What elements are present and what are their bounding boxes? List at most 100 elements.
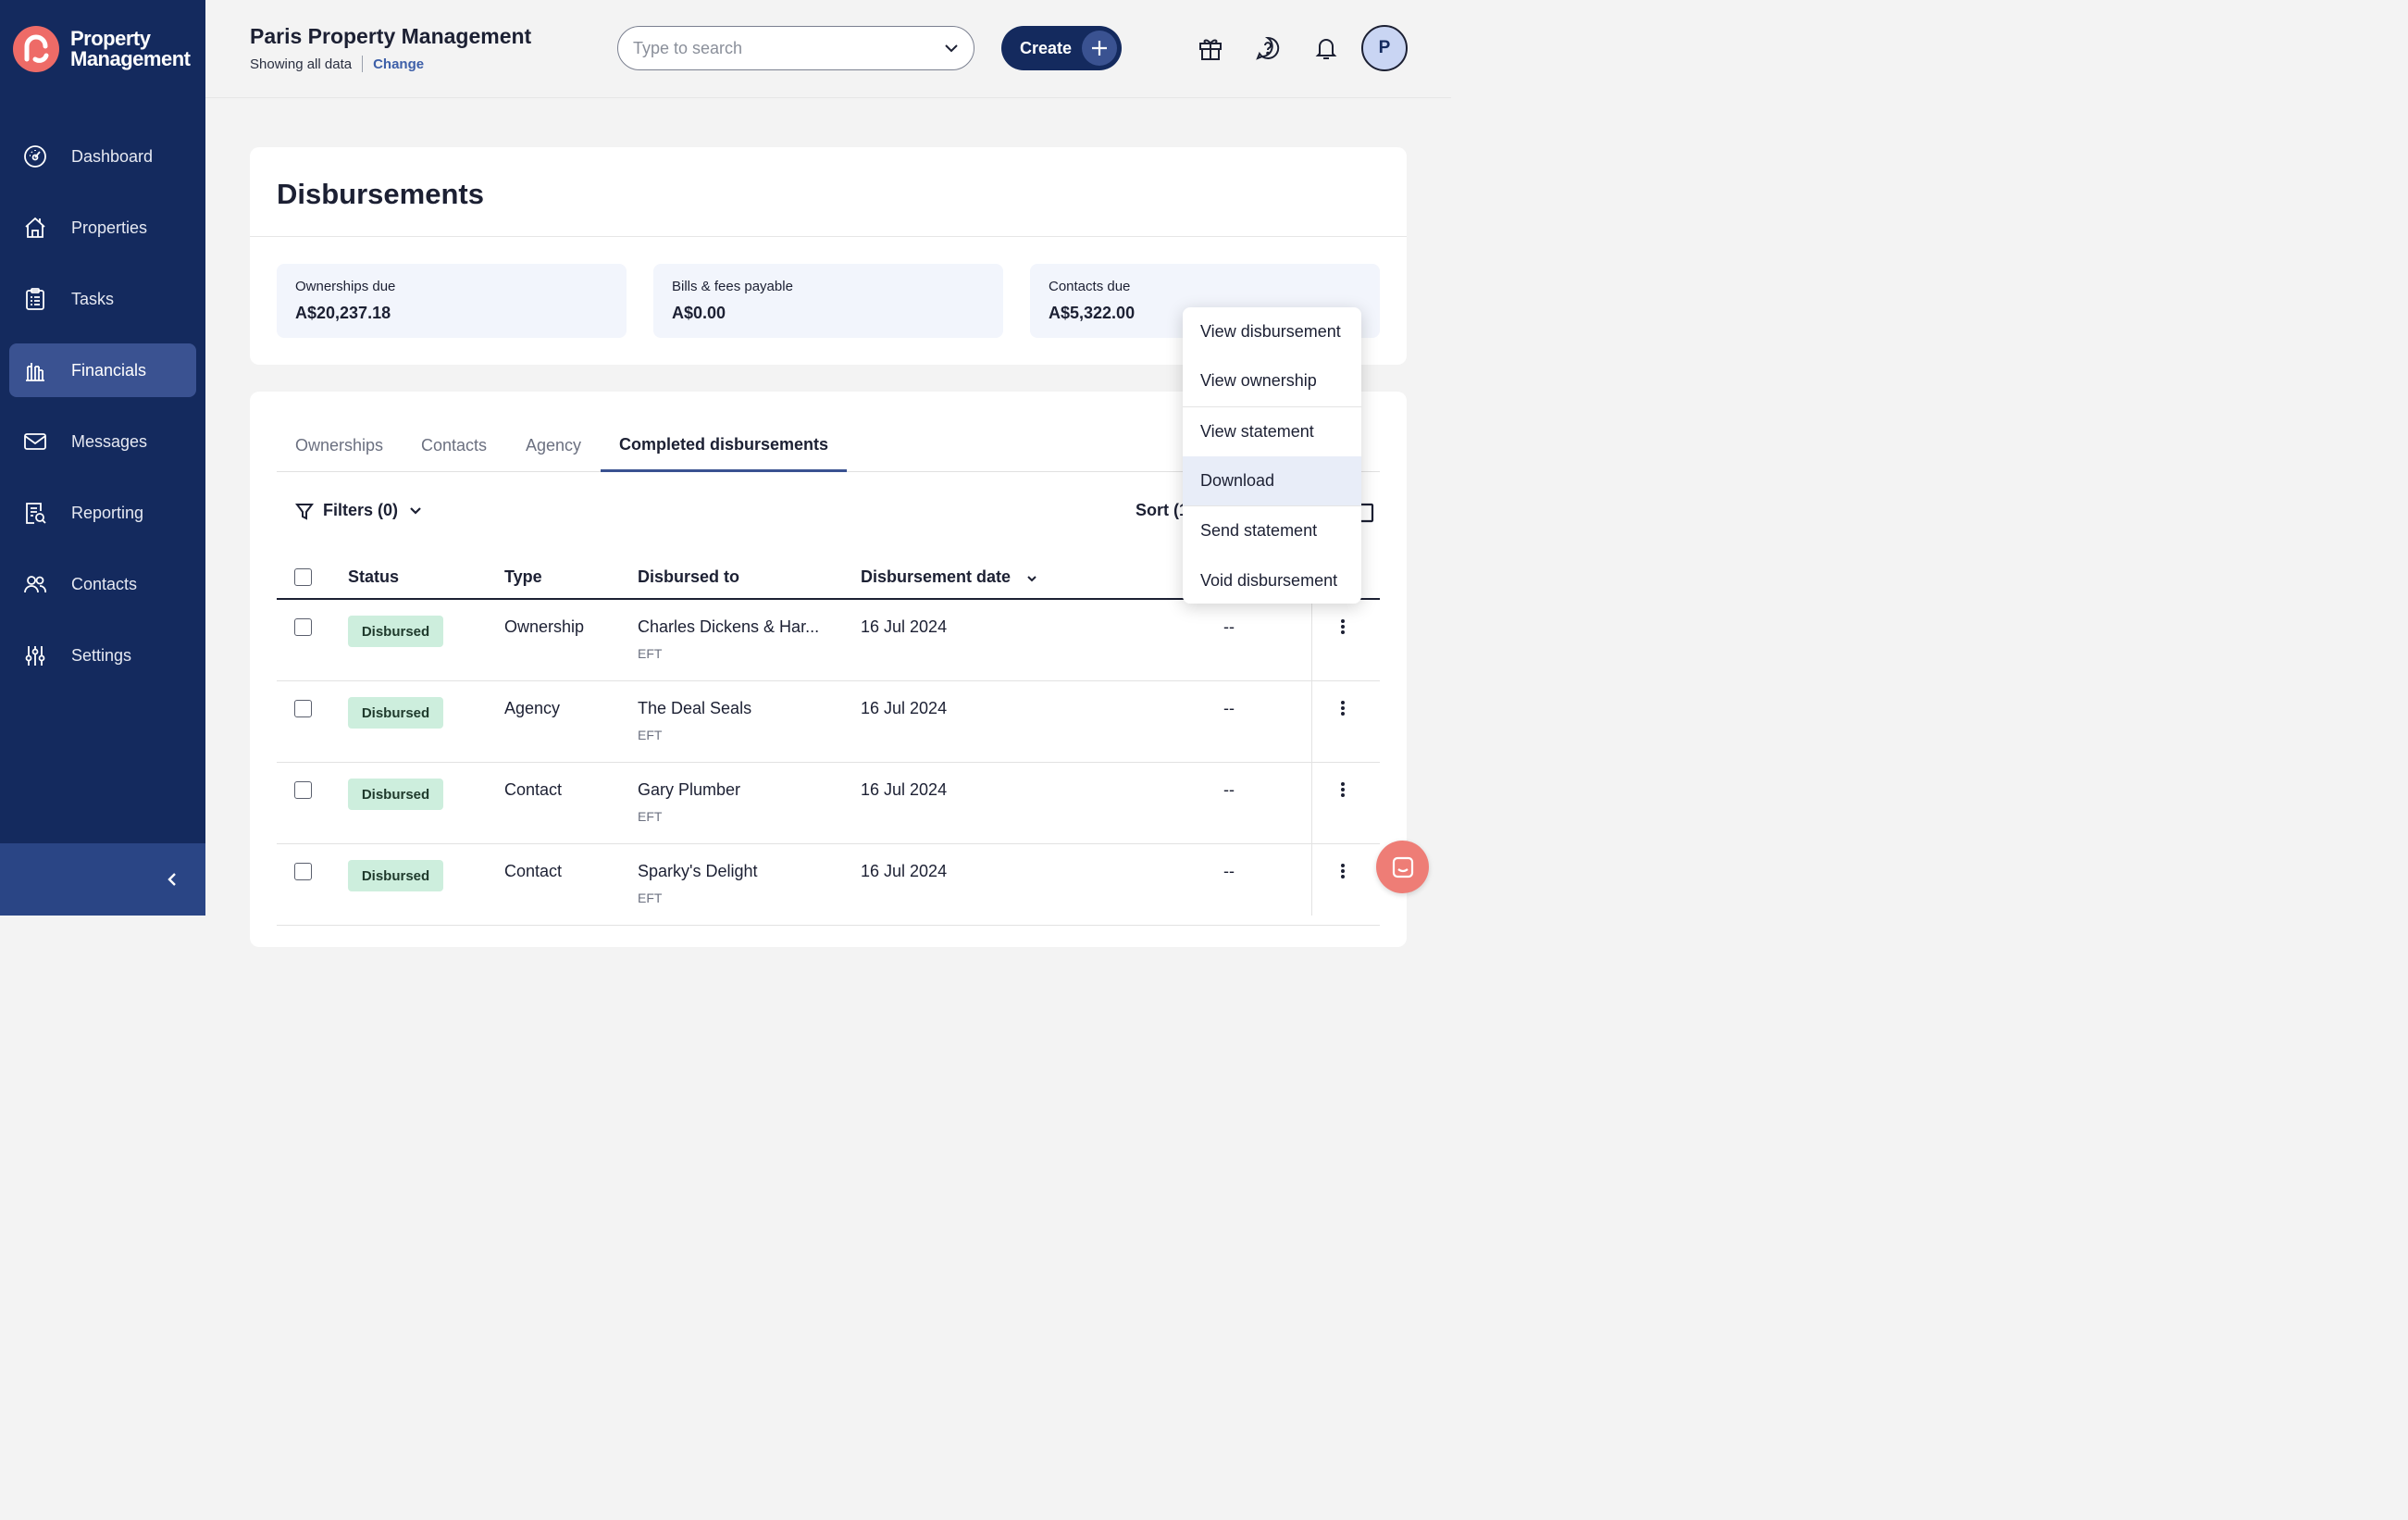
row-checkbox[interactable] — [294, 700, 312, 717]
row-checkbox[interactable] — [294, 618, 312, 636]
sidebar-item-properties[interactable]: Properties — [9, 201, 196, 255]
extra-cell: -- — [1223, 699, 1235, 717]
org-scope: Showing all data Change — [250, 56, 424, 72]
type-cell: Agency — [504, 699, 561, 717]
search-input[interactable] — [633, 38, 944, 58]
sidebar-item-settings[interactable]: Settings — [9, 629, 196, 682]
sidebar-item-dashboard[interactable]: Dashboard — [9, 130, 196, 183]
chevron-down-icon — [410, 507, 421, 515]
menu-send-statement[interactable]: Send statement — [1183, 506, 1361, 555]
table-row[interactable]: Disbursed Ownership Charles Dickens & Ha… — [277, 600, 1380, 681]
menu-view-ownership[interactable]: View ownership — [1183, 356, 1361, 405]
bell-icon[interactable] — [1312, 34, 1340, 62]
org-name: Paris Property Management — [250, 24, 532, 48]
stat-label: Contacts due — [1049, 279, 1131, 294]
gift-icon[interactable] — [1197, 34, 1224, 62]
status-badge: Disbursed — [348, 860, 443, 891]
sidebar-item-messages[interactable]: Messages — [9, 415, 196, 468]
row-actions-kebab-icon[interactable] — [1336, 699, 1349, 717]
search-box[interactable] — [617, 26, 974, 70]
sidebar-item-label: Messages — [71, 431, 148, 451]
sort-button[interactable]: Sort (1 — [1136, 501, 1188, 520]
status-badge: Disbursed — [348, 779, 443, 810]
filters-button[interactable]: Filters (0) — [295, 501, 422, 520]
date-cell: 16 Jul 2024 — [861, 699, 948, 717]
menu-download[interactable]: Download — [1183, 455, 1361, 506]
chat-launcher-button[interactable] — [1376, 841, 1429, 893]
sidebar-item-financials[interactable]: Financials — [9, 343, 196, 397]
dashboard-icon — [22, 143, 48, 169]
sidebar-item-tasks[interactable]: Tasks — [9, 272, 196, 326]
disbursed-to-cell[interactable]: Charles Dickens & Har... — [638, 617, 819, 637]
create-button[interactable]: Create — [1001, 26, 1122, 70]
sidebar-item-label: Financials — [71, 360, 147, 380]
sort-chevron-down-icon — [1027, 576, 1036, 582]
table-row[interactable]: Disbursed Contact Sparky's Delight EFT 1… — [277, 844, 1380, 926]
row-checkbox[interactable] — [294, 863, 312, 880]
row-actions-kebab-icon[interactable] — [1336, 862, 1349, 880]
type-cell: Contact — [504, 780, 563, 799]
sidebar-item-label: Tasks — [71, 289, 115, 308]
showing-text: Showing all data — [250, 56, 353, 72]
filter-icon — [295, 503, 314, 520]
divider — [250, 236, 1407, 237]
stat-bills-fees: Bills & fees payable A$0.00 — [653, 264, 1003, 338]
tab-completed-disbursements[interactable]: Completed disbursements — [601, 419, 848, 472]
payment-method: EFT — [638, 728, 663, 742]
row-actions-menu: View disbursement View ownership View st… — [1183, 307, 1361, 604]
extra-cell: -- — [1223, 780, 1235, 799]
status-badge: Disbursed — [348, 616, 443, 647]
table-row[interactable]: Disbursed Agency The Deal Seals EFT 16 J… — [277, 681, 1380, 763]
menu-view-disbursement[interactable]: View disbursement — [1183, 307, 1361, 356]
table-row[interactable]: Disbursed Contact Gary Plumber EFT 16 Ju… — [277, 763, 1380, 844]
disbursed-to-cell[interactable]: Gary Plumber — [638, 780, 740, 800]
sidebar-item-label: Settings — [71, 645, 132, 665]
menu-view-statement[interactable]: View statement — [1183, 407, 1361, 456]
sidebar-item-contacts[interactable]: Contacts — [9, 557, 196, 611]
row-actions-kebab-icon[interactable] — [1336, 617, 1349, 636]
collapse-sidebar-button[interactable] — [0, 843, 205, 916]
header-disbursement-date[interactable]: Disbursement date — [861, 567, 1037, 587]
brand-logo-icon — [13, 26, 59, 72]
payment-method: EFT — [638, 646, 663, 661]
stat-ownerships-due: Ownerships due A$20,237.18 — [277, 264, 627, 338]
sticky-column-divider — [1311, 600, 1312, 916]
brand-line1: Property — [70, 27, 151, 50]
home-icon — [22, 215, 48, 241]
sliders-icon — [22, 642, 48, 668]
brand[interactable]: Property Management — [13, 26, 191, 72]
disbursements-table: Status Type Disbursed to Disbursement da… — [277, 555, 1380, 926]
chevron-left-icon — [168, 873, 176, 886]
chat-icon — [1392, 856, 1413, 878]
disbursed-to-cell[interactable]: The Deal Seals — [638, 699, 751, 718]
payment-method: EFT — [638, 809, 663, 824]
header-disbursed-to[interactable]: Disbursed to — [638, 567, 739, 587]
sidebar: Property Management Dashboard Properties… — [0, 0, 205, 916]
row-checkbox[interactable] — [294, 781, 312, 799]
header-status[interactable]: Status — [348, 567, 399, 587]
chevron-down-icon[interactable] — [944, 44, 959, 53]
header-date-label: Disbursement date — [861, 567, 1012, 586]
header-type[interactable]: Type — [504, 567, 542, 587]
stat-label: Bills & fees payable — [672, 279, 793, 294]
people-icon — [22, 571, 48, 597]
sidebar-item-label: Reporting — [71, 503, 144, 522]
extra-cell: -- — [1223, 617, 1235, 636]
tab-agency[interactable]: Agency — [507, 419, 600, 472]
change-scope-link[interactable]: Change — [373, 56, 424, 72]
date-cell: 16 Jul 2024 — [861, 780, 948, 799]
disbursed-to-cell[interactable]: Sparky's Delight — [638, 862, 758, 881]
brand-line2: Management — [70, 47, 191, 70]
tab-contacts[interactable]: Contacts — [403, 419, 505, 472]
select-all-checkbox[interactable] — [294, 568, 312, 586]
help-icon[interactable] — [1254, 34, 1282, 62]
brand-name: Property Management — [70, 27, 191, 70]
status-badge: Disbursed — [348, 697, 443, 729]
tab-ownerships[interactable]: Ownerships — [277, 419, 402, 472]
clipboard-icon — [22, 286, 48, 312]
menu-void-disbursement[interactable]: Void disbursement — [1183, 555, 1361, 604]
sidebar-nav: Dashboard Properties Tasks Financials Me… — [9, 130, 196, 700]
sidebar-item-reporting[interactable]: Reporting — [9, 486, 196, 540]
row-actions-kebab-icon[interactable] — [1336, 780, 1349, 799]
avatar[interactable]: P — [1361, 25, 1408, 71]
